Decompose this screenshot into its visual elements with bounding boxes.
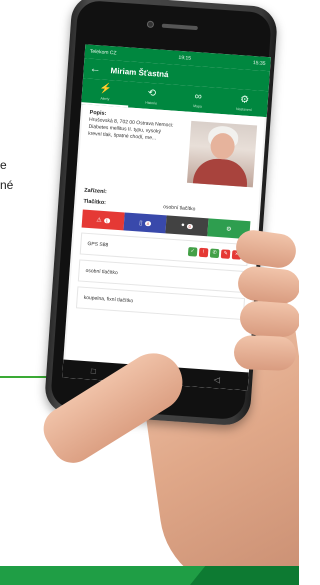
profile-info: Popis: Hrušovská 8, 702 00 Ostrava Nemoc…: [85, 110, 258, 188]
tab-nastaveni[interactable]: ⚙ Nastavení: [220, 88, 268, 117]
alert-icon[interactable]: !: [198, 247, 209, 257]
status-time: 15:35: [252, 60, 266, 67]
side-text-line2: né: [0, 178, 14, 192]
speaker-grille: [161, 23, 198, 31]
list-item-label: osobní tlačítko: [85, 267, 118, 277]
tab-label: Historie: [145, 100, 158, 105]
description-block: Popis: Hrušovská 8, 702 00 Ostrava Nemoc…: [85, 110, 175, 182]
alarm-count-badge: 1: [103, 217, 111, 223]
settings-icon: ⚙: [239, 93, 250, 106]
list-item[interactable]: koupelna, fixní tlačítko: [75, 286, 246, 321]
footer-band-accent: [190, 566, 299, 585]
alarm-icon: ⚠: [96, 217, 102, 224]
tab-label: Mapa: [193, 103, 203, 109]
status-button[interactable]: ● 0: [165, 215, 209, 237]
check-icon[interactable]: ✓: [187, 246, 198, 257]
camera-icon: [146, 20, 155, 29]
tab-historie[interactable]: ⟲ Historie: [128, 81, 176, 110]
finger: [238, 299, 299, 339]
gear-icon: ⚙: [225, 226, 232, 233]
edit-icon[interactable]: ✎: [220, 248, 231, 259]
status-carrier: Telekom CZ: [89, 48, 117, 57]
button-device-label: Tlačítko:: [83, 198, 107, 207]
history-icon: ⟲: [147, 87, 157, 99]
finger: [233, 334, 297, 372]
phone-icon[interactable]: ✆: [209, 248, 220, 258]
tab-alerty[interactable]: ⚡ Alerty: [81, 78, 130, 108]
status-count-badge: 0: [186, 223, 194, 229]
side-text-line1: e: [0, 158, 7, 172]
profile-photo: [186, 120, 258, 188]
battery-icon: ▯: [139, 220, 143, 227]
button-device-value: osobní tlačítko: [162, 204, 196, 213]
tab-label: Alerty: [100, 96, 110, 101]
tab-label: Nastavení: [235, 106, 252, 112]
bolt-icon: ⚡: [98, 82, 113, 95]
status-extra: 19:15: [178, 54, 192, 62]
glasses-icon: ∞: [194, 90, 203, 103]
back-arrow-icon[interactable]: ←: [89, 62, 101, 75]
back-icon[interactable]: ◁: [214, 375, 221, 384]
recent-apps-icon[interactable]: □: [91, 366, 96, 375]
gps-actions: ✓ ! ✆ ✎ ×: [187, 246, 242, 260]
gps-device-label: GPS S88: [87, 240, 109, 249]
battery-button[interactable]: ▯ 4: [123, 212, 167, 234]
stage: e né Telekom CZ 19:15 15:35 ← Miriam Šťa…: [0, 0, 299, 585]
alarm-button[interactable]: ⚠ 1: [81, 209, 125, 231]
list-item-label: koupelna, fixní tlačítko: [83, 294, 134, 305]
page-title: Miriam Šťastná: [110, 65, 169, 79]
tab-mapa[interactable]: ∞ Mapa: [174, 85, 222, 114]
status-dot-icon: ●: [180, 222, 185, 229]
battery-count-badge: 4: [144, 220, 151, 226]
